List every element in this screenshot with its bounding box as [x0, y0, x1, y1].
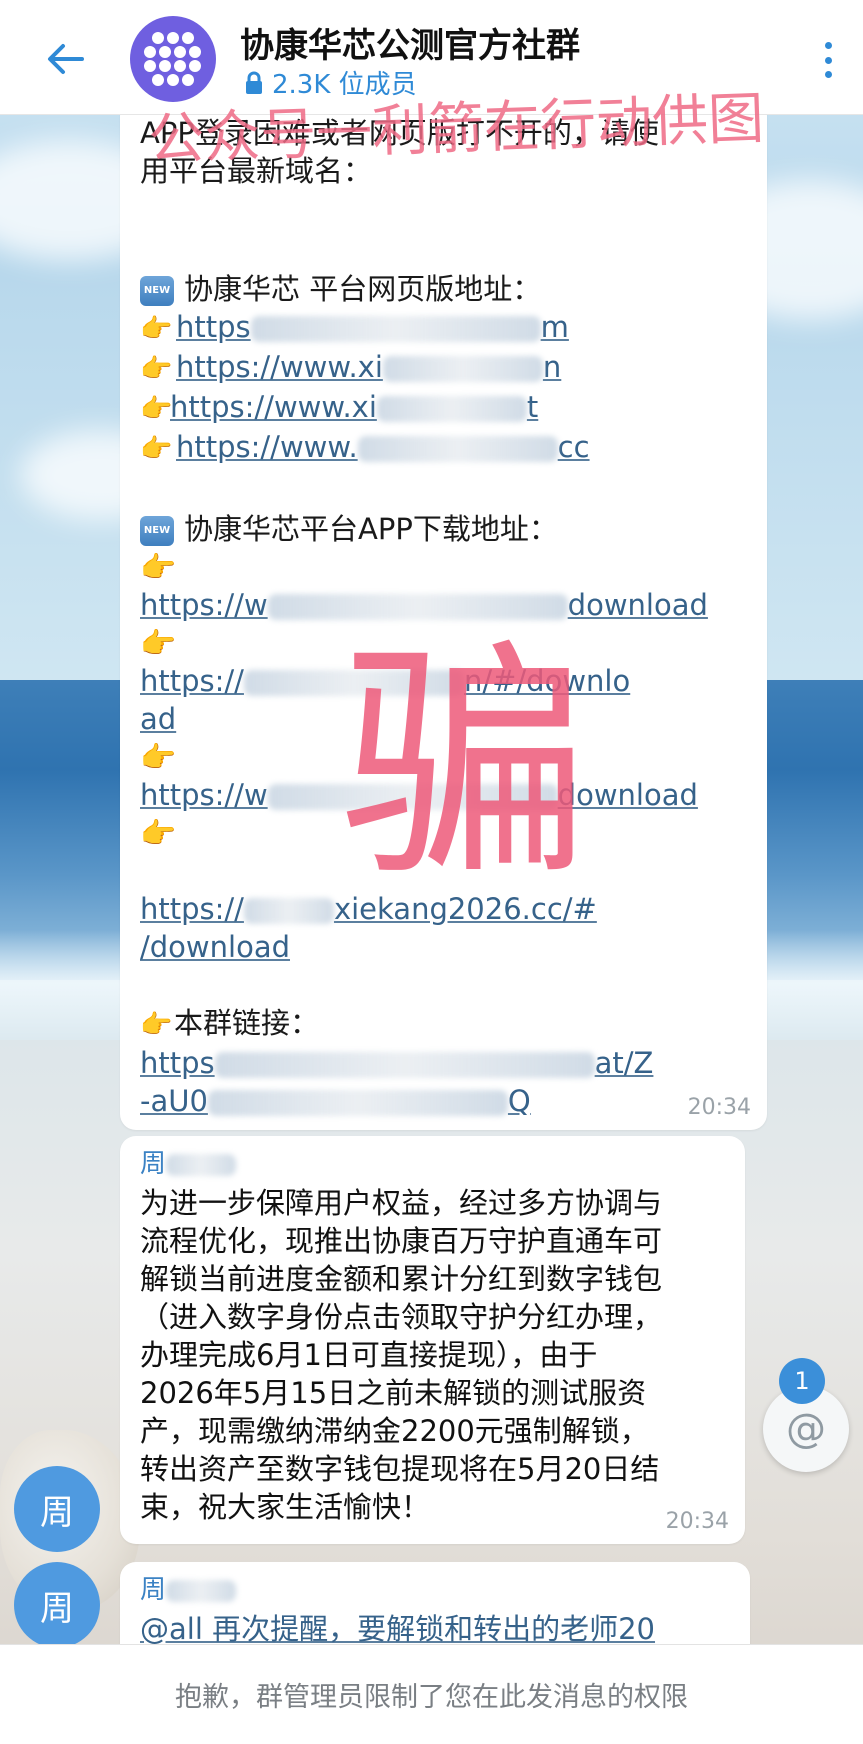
- web-heading: NEW 协康华芯 平台网页版地址：: [140, 270, 749, 308]
- pointing-hand-icon: 👉: [140, 434, 173, 464]
- message-text: 办理完成6月1日可直接提现），由于: [140, 1338, 598, 1372]
- link-line[interactable]: 👉 https://www. cc: [140, 428, 749, 468]
- group-title[interactable]: 协康华芯公测官方社群: [240, 18, 580, 67]
- dots-logo-icon: [144, 32, 201, 86]
- pointing-hand-icon: 👉: [140, 354, 173, 384]
- message-text: 束，祝大家生活愉快！: [140, 1490, 431, 1524]
- message-text: 产，现需缴纳滞纳金2200元强制解锁，: [140, 1414, 649, 1448]
- web-link[interactable]: https m: [176, 310, 569, 344]
- message-time: 20:34: [687, 1095, 751, 1120]
- link-line[interactable]: 👉 https m: [140, 308, 749, 348]
- sender-name[interactable]: 周: [140, 1148, 727, 1180]
- back-button[interactable]: [40, 36, 90, 82]
- message-text: 流程优化，现推出协康百万守护直通车可: [140, 1224, 663, 1258]
- arrow-left-icon: [48, 44, 84, 74]
- sender-avatar[interactable]: 周: [14, 1562, 100, 1648]
- watermark-scam: 骗: [340, 619, 590, 910]
- pointing-hand-icon: 👉: [140, 550, 177, 584]
- group-link[interactable]: -aU0 Q: [140, 1082, 749, 1120]
- message-text: 转出资产至数字钱包提现将在5月20日结: [140, 1452, 660, 1486]
- restricted-input-bar: 抱歉，群管理员限制了您在此发消息的权限: [0, 1644, 863, 1744]
- sender-avatar[interactable]: 周: [14, 1466, 100, 1552]
- mention-count-badge: 1: [779, 1358, 825, 1404]
- link-line[interactable]: 👉 https://www.xi n: [140, 348, 749, 388]
- at-icon: @: [786, 1406, 826, 1452]
- pointing-hand-icon: 👉: [140, 394, 173, 424]
- message-text: @all 再次提醒，要解锁和转出的老师20: [140, 1612, 656, 1646]
- group-link[interactable]: https at/Z: [140, 1044, 749, 1082]
- link-line[interactable]: 👉https://www.xi t: [140, 388, 749, 428]
- sender-name[interactable]: 周: [140, 1574, 732, 1606]
- message-text: （进入数字身份点击领取守护分红办理，: [140, 1300, 663, 1334]
- more-dot-icon: [824, 71, 832, 78]
- pointing-hand-icon: 👉: [140, 1010, 173, 1040]
- message-text: 2026年5月15日之前未解锁的测试服资: [140, 1376, 647, 1410]
- new-badge-icon: NEW: [140, 276, 174, 306]
- new-badge-icon: NEW: [140, 516, 174, 546]
- message-text: 为进一步保障用户权益，经过多方协调与: [140, 1186, 663, 1220]
- more-dot-icon: [824, 56, 832, 64]
- more-dot-icon: [824, 42, 832, 49]
- restricted-notice: 抱歉，群管理员限制了您在此发消息的权限: [175, 1682, 688, 1713]
- group-avatar[interactable]: [130, 16, 216, 102]
- app-heading-text: 协康华芯平台APP下载地址：: [184, 512, 558, 546]
- more-menu-button[interactable]: [813, 40, 843, 80]
- web-link[interactable]: https://www.xi t: [170, 390, 538, 424]
- message-text: 解锁当前进度金额和累计分红到数字钱包: [140, 1262, 663, 1296]
- web-link[interactable]: https://www.xi n: [176, 350, 561, 384]
- app-heading: NEW 协康华芯平台APP下载地址：: [140, 510, 749, 548]
- message-time: 20:34: [665, 1509, 729, 1534]
- message-bubble[interactable]: APP登录困难或者网页版打不开的，请使 用平台最新域名： NEW 协康华芯 平台网…: [120, 100, 767, 1130]
- pointing-hand-icon: 👉: [140, 314, 173, 344]
- app-link[interactable]: /download: [140, 928, 749, 966]
- message-bubble[interactable]: 周 为进一步保障用户权益，经过多方协调与 流程优化，现推出协康百万守护直通车可 …: [120, 1136, 745, 1544]
- web-heading-text: 协康华芯 平台网页版地址：: [184, 272, 542, 306]
- web-link[interactable]: https://www. cc: [176, 430, 590, 464]
- group-link-label: 👉本群链接：: [140, 1004, 749, 1044]
